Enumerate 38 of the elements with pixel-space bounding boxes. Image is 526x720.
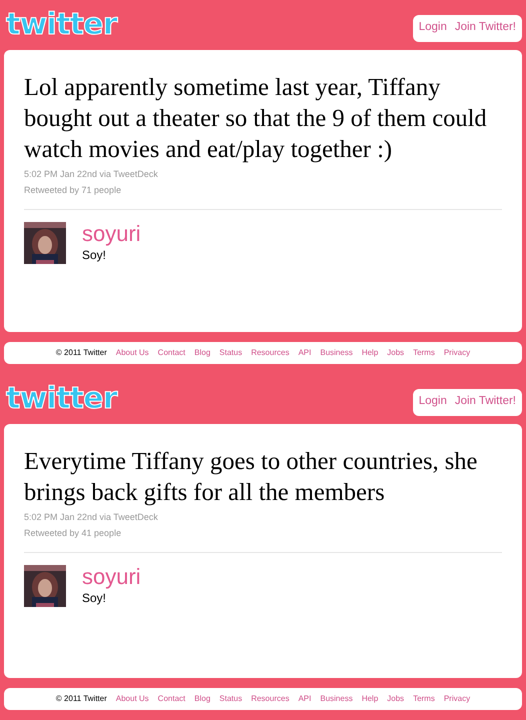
footer-link[interactable]: Business — [320, 347, 353, 359]
footer-link[interactable]: Help — [362, 347, 378, 359]
footer-link[interactable]: About Us — [116, 347, 149, 359]
tweet-text: Everytime Tiffany goes to other countries, she brings back gifts for all the members — [24, 447, 478, 508]
retweet-count: Retweeted by 41 people — [24, 526, 122, 540]
copyright: © 2011 Twitter — [56, 693, 107, 705]
footer-link[interactable]: API — [298, 693, 312, 705]
footer-link[interactable]: Status — [219, 347, 242, 359]
footer-link[interactable]: Business — [320, 693, 353, 705]
footer-link[interactable]: Privacy — [444, 693, 470, 705]
footer-link[interactable]: Contact — [158, 693, 186, 705]
header-link[interactable]: Join Twitter! — [454, 19, 516, 37]
footer-link[interactable]: Status — [219, 693, 242, 705]
footer-link[interactable]: Jobs — [387, 693, 404, 705]
header-link[interactable]: Login — [418, 19, 447, 37]
footer-link[interactable]: About Us — [116, 693, 149, 705]
user-bio: Soy! — [82, 590, 108, 607]
tweet-text: Lol apparently sometime last year, Tiffany bought out a theater so that the 9 of them could watch movies and eat/play together :) — [24, 73, 488, 165]
tweet-meta: 5:02 PM Jan 22nd via TweetDeck — [24, 511, 159, 524]
footer-link[interactable]: Blog — [194, 347, 210, 359]
user-name[interactable]: soyuri — [82, 222, 141, 246]
footer-link[interactable]: Terms — [413, 693, 435, 705]
footer-link[interactable]: Privacy — [444, 347, 470, 359]
header-link[interactable]: Join Twitter! — [454, 393, 516, 411]
footer-link[interactable]: API — [298, 347, 312, 359]
user-name[interactable]: soyuri — [82, 565, 141, 589]
footer-link[interactable]: Blog — [194, 693, 210, 705]
tweet-meta: 5:02 PM Jan 22nd via TweetDeck — [24, 168, 159, 181]
footer-link[interactable]: Resources — [251, 693, 290, 705]
footer-link[interactable]: Terms — [413, 347, 435, 359]
footer-link[interactable]: Jobs — [387, 347, 404, 359]
footer-link[interactable]: Resources — [251, 347, 290, 359]
copyright: © 2011 Twitter — [56, 347, 107, 359]
retweet-count: Retweeted by 71 people — [24, 184, 122, 197]
footer-link[interactable]: Contact — [158, 347, 186, 359]
footer-link[interactable]: Help — [362, 693, 378, 705]
user-bio: Soy! — [82, 247, 108, 264]
header-link[interactable]: Login — [418, 393, 447, 411]
